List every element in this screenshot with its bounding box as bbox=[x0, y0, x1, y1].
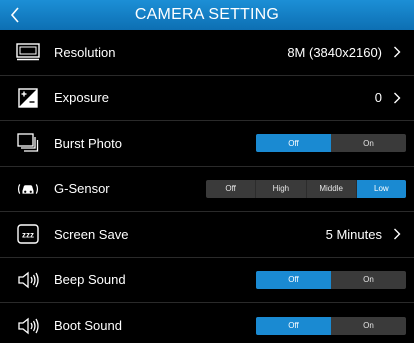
chevron-right-icon bbox=[390, 227, 404, 241]
setting-label: Boot Sound bbox=[54, 318, 122, 334]
option-high[interactable]: High bbox=[256, 179, 307, 198]
setting-row-exposure[interactable]: Exposure 0 bbox=[0, 76, 414, 121]
option-on[interactable]: On bbox=[331, 317, 406, 335]
option-on[interactable]: On bbox=[331, 271, 406, 289]
setting-row-burst-photo: Burst Photo Off On bbox=[0, 121, 414, 167]
exposure-icon bbox=[16, 87, 40, 109]
burst-photo-icon bbox=[16, 132, 40, 154]
resolution-icon bbox=[16, 41, 40, 63]
option-low[interactable]: Low bbox=[356, 179, 406, 198]
chevron-right-icon bbox=[390, 45, 404, 59]
option-off[interactable]: Off bbox=[256, 134, 331, 153]
option-middle[interactable]: Middle bbox=[307, 179, 357, 198]
beep-sound-toggle: Off On bbox=[256, 270, 406, 289]
setting-value: 8M (3840x2160) bbox=[287, 44, 382, 60]
setting-row-screen-save[interactable]: zzz Screen Save 5 Minutes bbox=[0, 212, 414, 258]
setting-row-g-sensor: G-Sensor Off High Middle Low bbox=[0, 167, 414, 212]
settings-list: Resolution 8M (3840x2160) Exposure 0 Bur… bbox=[0, 30, 414, 343]
car-sensor-icon bbox=[16, 178, 40, 200]
setting-value: 0 bbox=[374, 90, 382, 106]
speaker-icon bbox=[16, 269, 40, 291]
setting-label: Burst Photo bbox=[54, 135, 122, 151]
speaker-icon bbox=[16, 315, 40, 337]
zzz-icon: zzz bbox=[16, 223, 40, 245]
setting-row-beep-sound: Beep Sound Off On bbox=[0, 258, 414, 303]
setting-row-resolution[interactable]: Resolution 8M (3840x2160) bbox=[0, 30, 414, 76]
option-off[interactable]: Off bbox=[256, 316, 331, 335]
option-off[interactable]: Off bbox=[206, 179, 257, 198]
boot-sound-toggle: Off On bbox=[256, 316, 406, 335]
g-sensor-selector: Off High Middle Low bbox=[206, 179, 406, 198]
chevron-left-icon bbox=[10, 7, 19, 23]
page-title: CAMERA SETTING bbox=[134, 6, 280, 23]
header-bar: CAMERA SETTING bbox=[0, 0, 414, 30]
setting-label: G-Sensor bbox=[54, 181, 110, 197]
setting-label: Resolution bbox=[54, 44, 116, 60]
setting-label: Beep Sound bbox=[54, 272, 126, 288]
burst-photo-toggle: Off On bbox=[256, 134, 406, 153]
setting-label: Screen Save bbox=[54, 226, 129, 242]
option-on[interactable]: On bbox=[331, 134, 406, 152]
setting-value: 5 Minutes bbox=[325, 226, 382, 242]
chevron-right-icon bbox=[390, 91, 404, 105]
option-off[interactable]: Off bbox=[256, 270, 331, 289]
back-button[interactable] bbox=[0, 0, 30, 30]
setting-row-boot-sound: Boot Sound Off On bbox=[0, 303, 414, 343]
setting-label: Exposure bbox=[54, 90, 109, 106]
svg-text:zzz: zzz bbox=[22, 231, 34, 240]
